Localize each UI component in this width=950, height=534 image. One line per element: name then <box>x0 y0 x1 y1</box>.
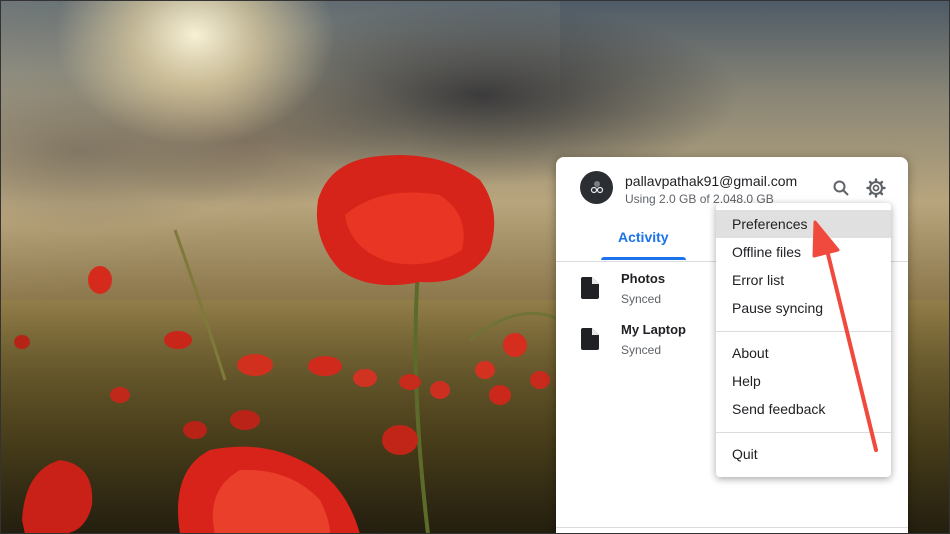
settings-button[interactable] <box>864 176 888 200</box>
menu-item-about[interactable]: About <box>716 339 891 367</box>
account-email: pallavpathak91@gmail.com <box>625 173 798 189</box>
tab-activity[interactable]: Activity <box>618 229 669 245</box>
menu-item-pause-syncing[interactable]: Pause syncing <box>716 294 891 322</box>
gear-icon <box>866 178 886 198</box>
menu-divider <box>716 331 891 332</box>
menu-item-error-list[interactable]: Error list <box>716 266 891 294</box>
menu-item-offline-files[interactable]: Offline files <box>716 238 891 266</box>
menu-item-quit[interactable]: Quit <box>716 440 891 468</box>
item-status: Synced <box>621 292 662 306</box>
wallpaper-poppies <box>14 155 560 534</box>
panel-footer-divider <box>556 527 908 528</box>
tab-active-indicator <box>601 257 686 260</box>
item-status: Synced <box>621 343 662 357</box>
file-icon <box>581 277 599 299</box>
item-name: My Laptop <box>621 322 686 337</box>
menu-item-help[interactable]: Help <box>716 367 891 395</box>
avatar[interactable] <box>580 171 613 204</box>
menu-divider <box>716 432 891 433</box>
settings-menu: Preferences Offline files Error list Pau… <box>716 203 891 477</box>
file-icon <box>581 328 599 350</box>
search-icon <box>833 180 849 196</box>
search-button[interactable] <box>829 176 853 200</box>
menu-item-send-feedback[interactable]: Send feedback <box>716 395 891 423</box>
item-name: Photos <box>621 271 666 286</box>
menu-item-preferences[interactable]: Preferences <box>716 210 891 238</box>
avatar-glasses-icon <box>590 180 603 193</box>
